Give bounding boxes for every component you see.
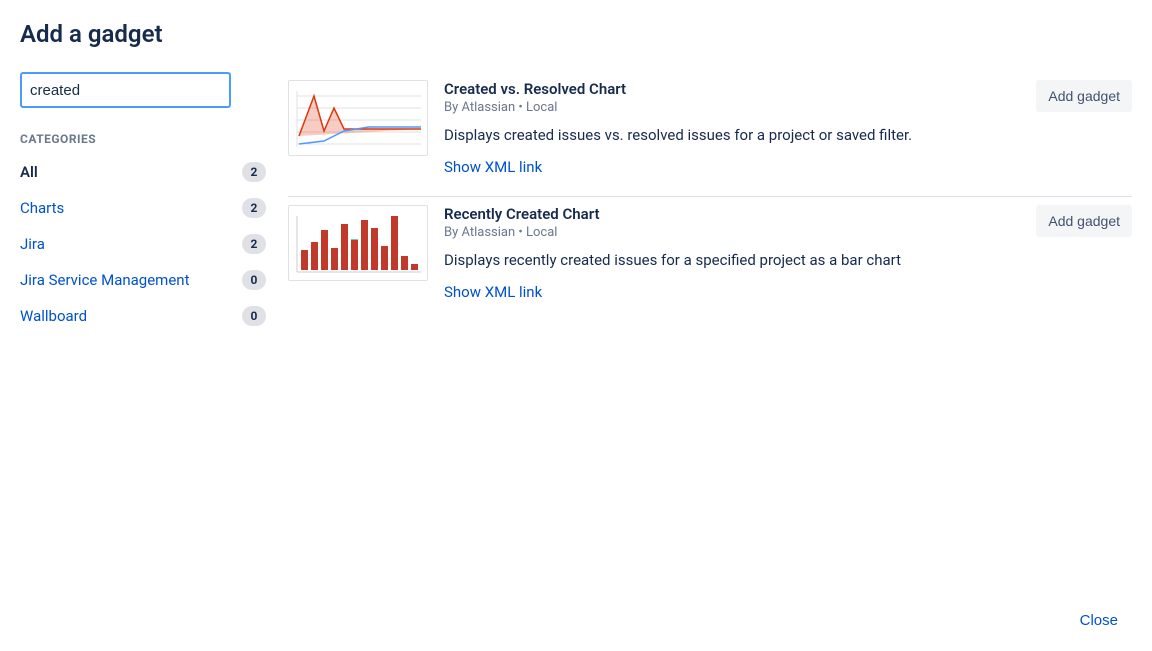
category-label: Charts bbox=[20, 199, 64, 217]
add-gadget-button[interactable]: Add gadget bbox=[1036, 205, 1132, 237]
categories-heading: CATEGORIES bbox=[20, 132, 264, 146]
gadget-thumbnail bbox=[288, 205, 428, 281]
dialog-title: Add a gadget bbox=[20, 20, 1132, 48]
gadget-byline: By Atlassian • Local bbox=[444, 225, 1020, 240]
dialog-content: CATEGORIES All 2 Charts 2 Jira 2 Jira Service … bbox=[20, 72, 1132, 338]
gadget-description: Displays created issues vs. resolved iss… bbox=[444, 125, 964, 147]
category-item[interactable]: Charts 2 bbox=[20, 194, 266, 222]
category-count-badge: 2 bbox=[242, 234, 266, 254]
category-label: Jira Service Management bbox=[20, 271, 189, 289]
chart-line-icon bbox=[289, 81, 429, 157]
category-item[interactable]: All 2 bbox=[20, 158, 266, 186]
close-button[interactable]: Close bbox=[1070, 606, 1128, 635]
gadget-item: Recently Created Chart By Atlassian • Loc… bbox=[288, 197, 1132, 321]
gadget-item: Created vs. Resolved Chart By Atlassian •… bbox=[288, 72, 1132, 197]
add-gadget-dialog: Add a gadget CATEGORIES All 2 Charts 2 Jira 2… bbox=[0, 0, 1152, 338]
search-input[interactable] bbox=[20, 72, 231, 108]
category-count-badge: 0 bbox=[242, 270, 266, 290]
category-label: Wallboard bbox=[20, 307, 87, 325]
chart-bar-icon bbox=[289, 206, 429, 282]
category-count-badge: 2 bbox=[242, 162, 266, 182]
category-count-badge: 2 bbox=[242, 198, 266, 218]
category-count-badge: 0 bbox=[242, 306, 266, 326]
add-gadget-button[interactable]: Add gadget bbox=[1036, 80, 1132, 112]
category-item[interactable]: Jira Service Management 0 bbox=[20, 266, 266, 294]
gadget-main: Recently Created Chart By Atlassian • Loc… bbox=[444, 205, 1036, 301]
gadget-title: Recently Created Chart bbox=[444, 205, 1020, 223]
show-xml-link[interactable]: Show XML link bbox=[444, 158, 542, 176]
category-item[interactable]: Jira 2 bbox=[20, 230, 266, 258]
gadget-description: Displays recently created issues for a s… bbox=[444, 250, 964, 272]
gadget-results: Created vs. Resolved Chart By Atlassian •… bbox=[288, 72, 1132, 321]
category-item[interactable]: Wallboard 0 bbox=[20, 302, 266, 330]
dialog-footer: Close bbox=[1070, 606, 1128, 635]
gadget-main: Created vs. Resolved Chart By Atlassian •… bbox=[444, 80, 1036, 176]
show-xml-link[interactable]: Show XML link bbox=[444, 283, 542, 301]
gadget-title: Created vs. Resolved Chart bbox=[444, 80, 1020, 98]
category-label: Jira bbox=[20, 235, 45, 253]
sidebar: CATEGORIES All 2 Charts 2 Jira 2 Jira Service … bbox=[20, 72, 288, 338]
category-label: All bbox=[20, 163, 38, 181]
category-list: All 2 Charts 2 Jira 2 Jira Service Management 0… bbox=[20, 158, 264, 330]
gadget-byline: By Atlassian • Local bbox=[444, 100, 1020, 115]
gadget-thumbnail bbox=[288, 80, 428, 156]
